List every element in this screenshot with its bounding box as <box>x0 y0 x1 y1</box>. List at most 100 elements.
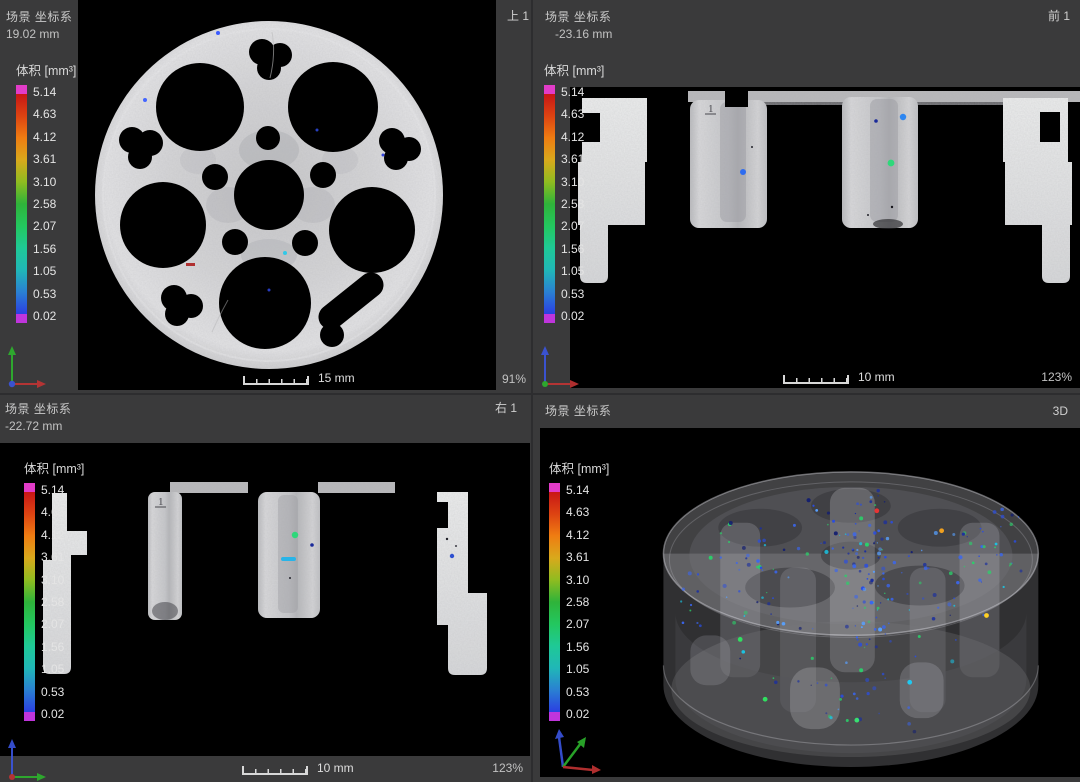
volume-legend: 体积 [mm³] 5.144.634.123.613.102.582.071.5… <box>544 60 604 323</box>
view-name-label: 3D <box>1053 404 1068 418</box>
top-view-image[interactable] <box>78 0 496 390</box>
legend-title: 体积 [mm³] <box>549 458 609 477</box>
legend-tick-value: 0.53 <box>561 288 584 300</box>
legend-tick-value: 3.61 <box>561 153 584 165</box>
legend-tick-value: 3.10 <box>41 574 64 586</box>
scale-bar: 10 mm <box>242 761 354 775</box>
coord-system-label: 场景 坐标系 <box>545 8 611 25</box>
scale-label: 10 mm <box>317 761 354 775</box>
legend-tick-value: 5.14 <box>561 86 584 98</box>
volume-render <box>540 428 1080 777</box>
legend-title: 体积 [mm³] <box>16 60 76 79</box>
legend-gradient <box>549 492 560 712</box>
legend-gradient <box>24 492 35 712</box>
ruler-icon <box>783 375 849 384</box>
axis-gizmo-icon <box>535 342 581 390</box>
legend-color-bar <box>549 483 560 721</box>
legend-tick-value: 3.10 <box>561 176 584 188</box>
legend-cap-bottom <box>544 314 555 323</box>
legend-tick-value: 3.61 <box>41 551 64 563</box>
front-overlays: 1 <box>578 87 1060 229</box>
legend-color-bar <box>24 483 35 721</box>
legend-cap-top <box>549 483 560 492</box>
svg-text:1: 1 <box>158 496 164 508</box>
viewport-3d-view[interactable]: 场景 坐标系 体积 [mm³] 5.144.634.123.613.102.58… <box>533 395 1080 782</box>
legend-title: 体积 [mm³] <box>544 60 604 79</box>
legend-cap-top <box>16 85 27 94</box>
legend-tick-value: 1.56 <box>561 243 584 255</box>
axis-gizmo-3d-icon <box>547 725 603 777</box>
legend-tick-value: 1.05 <box>561 265 584 277</box>
legend-tick-value: 3.61 <box>566 551 589 563</box>
legend-tick-value: 4.63 <box>41 506 64 518</box>
legend-tick-value: 2.58 <box>561 198 584 210</box>
legend-color-bar <box>544 85 555 323</box>
legend-tick-value: 4.63 <box>566 506 589 518</box>
legend-tick-value: 3.10 <box>566 574 589 586</box>
view-name-label: 右 1 <box>495 399 517 416</box>
legend-tick-value: 1.05 <box>33 265 56 277</box>
volume-legend: 体积 [mm³] 5.14 4.63 4.12 3.61 3.10 2.58 2.07 1.5… <box>16 60 76 323</box>
legend-tick-value: 1.56 <box>33 243 56 255</box>
legend-tick-value: 2.58 <box>33 198 56 210</box>
scale-bar: 10 mm <box>783 370 895 384</box>
slice-position: -22.72 mm <box>5 419 62 433</box>
view-name-label: 上 1 <box>507 7 529 24</box>
scale-bar: 15 mm <box>243 371 355 385</box>
legend-tick-value: 4.12 <box>33 131 56 143</box>
legend-tick-value: 2.07 <box>41 618 64 630</box>
horizontal-splitter[interactable] <box>0 393 1080 395</box>
legend-color-bar <box>16 85 27 323</box>
viewport-front-view[interactable]: 1 场景 坐标系 -23.16 mm 体积 [mm³] 5.144.634.12… <box>533 0 1080 393</box>
legend-tick-value: 2.07 <box>561 220 584 232</box>
legend-cap-top <box>544 85 555 94</box>
legend-title: 体积 [mm³] <box>24 458 84 477</box>
legend-values: 5.144.634.123.613.102.582.071.561.050.53… <box>33 86 56 322</box>
legend-tick-value: 5.14 <box>33 86 56 98</box>
legend-tick-value: 0.02 <box>566 708 589 720</box>
legend-tick-value: 4.12 <box>566 529 589 541</box>
zoom-level: 91% <box>502 372 526 386</box>
coord-system-label: 场景 坐标系 <box>545 402 611 419</box>
legend-values: 5.144.634.123.613.102.582.071.561.050.53… <box>561 86 584 322</box>
legend-tick-value: 0.53 <box>41 686 64 698</box>
slice-position: -23.16 mm <box>555 27 612 41</box>
legend-gradient <box>544 94 555 314</box>
legend-tick-value: 4.63 <box>561 108 584 120</box>
top-slice-render <box>78 0 496 390</box>
legend-tick-value: 0.53 <box>566 686 589 698</box>
zoom-level: 123% <box>1041 370 1072 384</box>
scale-label: 10 mm <box>858 370 895 384</box>
legend-tick-value: 2.58 <box>566 596 589 608</box>
legend-tick-value: 4.63 <box>33 108 56 120</box>
legend-tick-value: 1.05 <box>41 663 64 675</box>
legend-cap-bottom <box>24 712 35 721</box>
front-slice-render: 1 <box>570 87 1080 388</box>
coord-system-label: 场景 坐标系 <box>5 400 71 417</box>
volume-legend: 体积 [mm³] 5.144.634.123.613.102.582.071.5… <box>549 458 609 721</box>
legend-tick-value: 2.07 <box>33 220 56 232</box>
legend-gradient <box>16 94 27 314</box>
legend-tick-value: 3.61 <box>33 153 56 165</box>
3d-view-image[interactable] <box>540 428 1080 777</box>
svg-text:1: 1 <box>708 103 714 115</box>
legend-tick-value: 0.02 <box>33 310 56 322</box>
vertical-splitter[interactable] <box>531 0 533 782</box>
scale-label: 15 mm <box>318 371 355 385</box>
legend-cap-top <box>24 483 35 492</box>
legend-tick-value: 1.56 <box>566 641 589 653</box>
ruler-icon <box>242 766 308 775</box>
legend-tick-value: 0.02 <box>41 708 64 720</box>
legend-tick-value: 4.12 <box>41 529 64 541</box>
part-cross-section <box>43 482 487 675</box>
legend-tick-value: 5.14 <box>41 484 64 496</box>
coord-system-label: 场景 坐标系 <box>6 8 72 25</box>
axis-gizmo-icon <box>2 735 48 782</box>
front-view-image[interactable]: 1 <box>570 87 1080 388</box>
axis-gizmo-icon <box>2 342 48 390</box>
viewport-top-view[interactable]: 场景 坐标系 19.02 mm 体积 [mm³] 5.144.634.123.6… <box>0 0 531 393</box>
viewport-right-view[interactable]: 1 场景 坐标系 -22.72 mm 体积 [mm³] 5.14 4.63 4.12… <box>0 395 531 782</box>
part-cross-section <box>578 91 1080 283</box>
legend-tick-value: 3.10 <box>33 176 56 188</box>
legend-values: 5.144.634.123.613.102.582.071.561.050.53… <box>566 484 589 720</box>
